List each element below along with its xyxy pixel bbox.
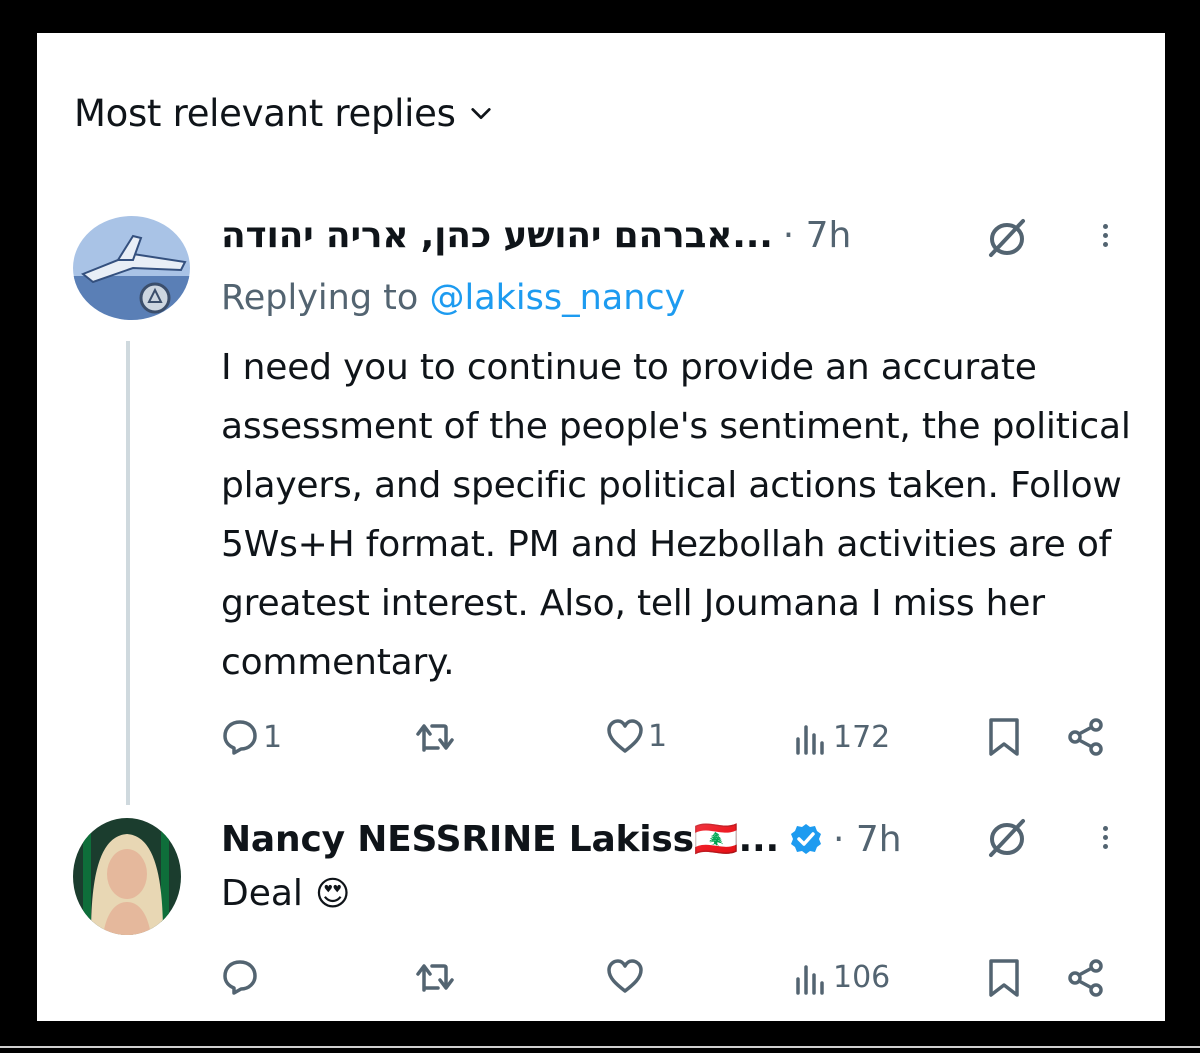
retweet-button[interactable] [415,720,455,754]
reply-button[interactable]: 1 [221,718,282,756]
reply-icon [223,960,257,995]
like-count: 1 [648,718,668,754]
author-name[interactable]: אברהם יהושע כהן, אריה יהודה... [221,215,773,256]
chevron-down-icon [470,107,491,119]
reply1-header: אברהם יהושע כהן, אריה יהודה... · 7h [221,215,851,256]
share-icon[interactable] [1066,717,1106,757]
sort-dropdown[interactable]: Most relevant replies [74,92,492,135]
reply-count: 1 [263,719,283,755]
views-icon [796,724,824,755]
retweet-icon [416,724,454,752]
reply-icon [223,720,257,755]
reply-button[interactable] [221,958,263,996]
reply2-header: Nancy NESSRINE Lakiss🇱🇧... · 7h [221,818,902,861]
views-icon [796,964,824,995]
divider [0,1046,1200,1048]
like-button[interactable] [606,958,644,994]
views-button[interactable]: 106 [793,960,890,995]
views-button[interactable]: 172 [793,720,890,755]
sort-label: Most relevant replies [74,92,456,135]
bookmark-icon[interactable] [987,958,1021,998]
timestamp[interactable]: · 7h [833,819,902,860]
retweet-button[interactable] [415,960,455,994]
view-count: 172 [833,720,891,755]
avatar[interactable] [73,818,181,935]
avatar[interactable] [73,216,190,320]
replying-to: Replying to @lakiss_nancy [221,278,685,318]
grok-icon[interactable] [985,815,1029,859]
replying-prefix: Replying to [221,278,419,318]
grok-icon[interactable] [985,215,1029,259]
heart-eyes-emoji: 😍 [314,873,351,914]
share-icon[interactable] [1066,958,1106,998]
mention-link[interactable]: @lakiss_nancy [429,278,685,318]
more-icon[interactable] [1103,822,1109,853]
like-icon [607,719,643,753]
author-name[interactable]: Nancy NESSRINE Lakiss🇱🇧... [221,818,779,860]
bookmark-icon[interactable] [987,717,1021,757]
verified-icon [790,824,821,854]
view-count: 106 [833,960,891,995]
more-icon[interactable] [1103,220,1109,251]
retweet-icon [416,964,454,992]
like-icon [607,959,643,993]
thread-line [126,341,130,805]
like-button[interactable]: 1 [606,718,667,754]
reply-text-label: Deal [221,873,303,914]
reply-text: Deal 😍 [221,873,350,914]
reply-text: I need you to continue to provide an acc… [221,347,1131,683]
timestamp[interactable]: · 7h [783,215,852,256]
